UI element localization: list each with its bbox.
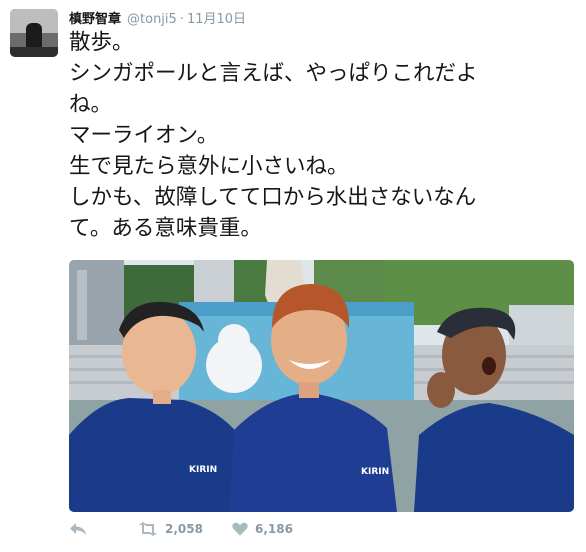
tweet-text-line: 散歩。 xyxy=(69,30,134,55)
tweet-text-line: しかも、故障してて口から水出さないなん xyxy=(69,185,477,210)
retweet-count: 2,058 xyxy=(165,522,203,536)
retweet-icon xyxy=(139,522,157,536)
reply-icon xyxy=(70,523,86,535)
author-handle[interactable]: @tonji5 xyxy=(127,12,177,27)
tweet-date[interactable]: 11月10日 xyxy=(187,12,246,27)
tweet-photo[interactable]: KIRIN KIRIN xyxy=(69,260,574,512)
tweet-header: 槙野智章 @tonji5 · 11月10日 xyxy=(69,8,246,27)
tweet-text-line: マーライオン。 xyxy=(69,123,219,148)
author-name[interactable]: 槙野智章 xyxy=(69,12,121,27)
tweet-actions: 2,058 6,186 xyxy=(69,522,574,542)
tweet-text: 散歩。 シンガポールと言えば、やっぱりこれだよ ね。 マーライオン。 生で見たら… xyxy=(69,27,574,244)
tweet-text-line: 生で見たら意外に小さいね。 xyxy=(69,154,349,179)
tweet-text-line: て。ある意味貴重。 xyxy=(69,216,262,241)
jersey-text: KIRIN xyxy=(361,467,389,477)
tweet-text-line: シンガポールと言えば、やっぱりこれだよ xyxy=(69,61,478,86)
tweet: 槙野智章 @tonji5 · 11月10日 散歩。 シンガポールと言えば、やっぱりこれ… xyxy=(0,0,586,552)
like-count: 6,186 xyxy=(255,522,293,536)
jersey-text: KIRIN xyxy=(189,465,217,475)
avatar[interactable] xyxy=(10,9,58,57)
reply-button[interactable] xyxy=(69,522,87,536)
heart-icon xyxy=(232,522,248,536)
tweet-text-line: ね。 xyxy=(69,92,113,117)
separator: · xyxy=(179,12,184,27)
retweet-button[interactable]: 2,058 xyxy=(138,522,203,536)
like-button[interactable]: 6,186 xyxy=(232,522,293,536)
